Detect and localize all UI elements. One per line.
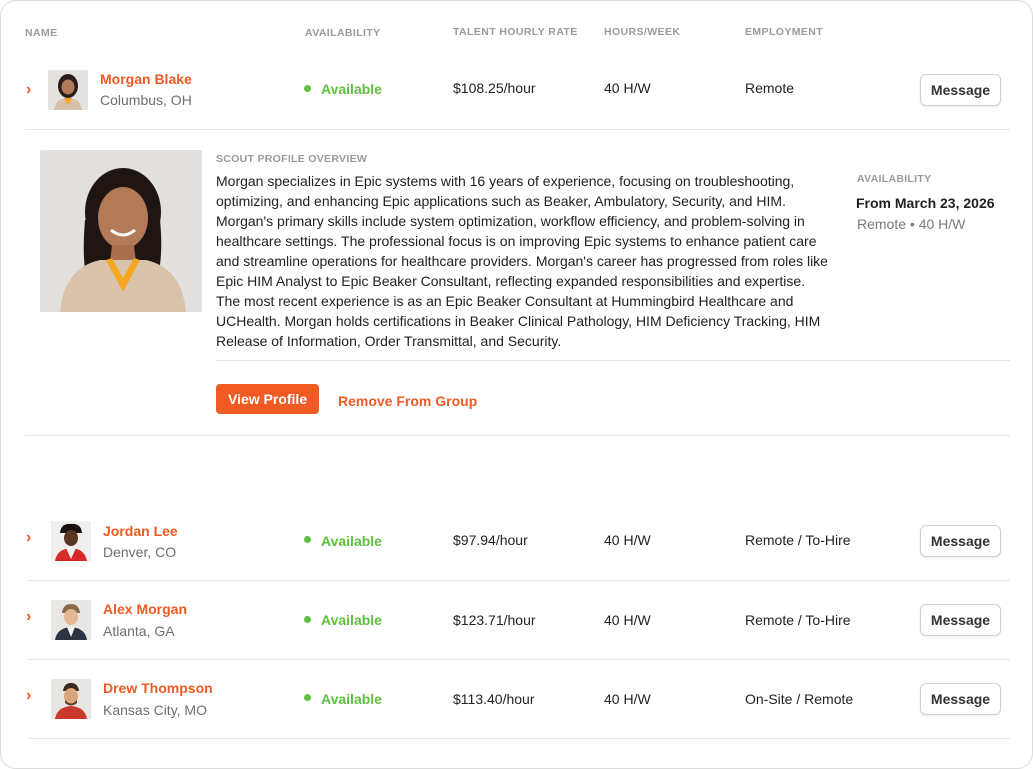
availability-date: From March 23, 2026 (856, 195, 995, 211)
avatar (51, 600, 91, 640)
profile-photo (40, 150, 202, 312)
header-employment: EMPLOYMENT (745, 26, 824, 38)
chevron-right-icon[interactable]: › (26, 688, 31, 704)
panel-bottom-divider (25, 435, 1010, 436)
talent-name[interactable]: Morgan Blake (100, 71, 192, 87)
panel-divider (216, 360, 1010, 361)
employment-type: On-Site / Remote (745, 691, 854, 707)
avatar (48, 70, 88, 110)
availability-status: Available (321, 81, 382, 97)
avatar (51, 679, 91, 719)
avatar (51, 521, 91, 561)
hourly-rate: $97.94/hour (453, 532, 528, 548)
hourly-rate: $123.71/hour (453, 612, 536, 628)
header-availability: AVAILABILITY (305, 27, 381, 39)
hourly-rate: $113.40/hour (453, 691, 535, 707)
row-divider (28, 580, 1010, 581)
talent-table: NAME AVAILABILITY TALENT HOURLY RATE HOU… (0, 0, 1033, 769)
status-dot-icon (304, 616, 311, 623)
hours-per-week: 40 H/W (604, 532, 651, 548)
hours-per-week: 40 H/W (604, 80, 651, 96)
talent-name[interactable]: Alex Morgan (103, 601, 187, 617)
status-dot-icon (304, 85, 311, 92)
talent-location: Atlanta, GA (103, 623, 175, 639)
employment-type: Remote (745, 80, 795, 96)
view-profile-button[interactable]: View Profile (216, 384, 320, 414)
hours-per-week: 40 H/W (604, 691, 651, 707)
availability-status: Available (321, 612, 382, 628)
header-hours: HOURS/WEEK (604, 26, 681, 38)
hourly-rate: $108.25/hour (453, 80, 536, 96)
message-button[interactable]: Message (920, 74, 1001, 106)
status-dot-icon (304, 694, 311, 701)
message-button[interactable]: Message (920, 604, 1001, 636)
chevron-right-icon[interactable]: › (26, 82, 31, 98)
talent-location: Kansas City, MO (103, 702, 207, 718)
section-label: SCOUT PROFILE OVERVIEW (216, 153, 368, 165)
talent-location: Denver, CO (103, 544, 177, 560)
chevron-right-icon[interactable]: › (26, 609, 31, 625)
talent-name[interactable]: Jordan Lee (103, 523, 178, 539)
employment-type: Remote / To-Hire (745, 532, 851, 548)
status-dot-icon (304, 536, 311, 543)
remove-from-group-link[interactable]: Remove From Group (338, 393, 477, 409)
message-button[interactable]: Message (920, 683, 1001, 715)
header-rate: TALENT HOURLY RATE (453, 26, 578, 38)
availability-status: Available (321, 533, 382, 549)
hours-per-week: 40 H/W (604, 612, 651, 628)
profile-overview: Morgan specializes in Epic systems with … (216, 173, 828, 349)
talent-location: Columbus, OH (100, 92, 192, 108)
row-divider (25, 129, 1010, 130)
availability-label: AVAILABILITY (857, 173, 932, 185)
header-name: NAME (25, 27, 58, 39)
chevron-right-icon[interactable]: › (26, 530, 31, 546)
talent-name[interactable]: Drew Thompson (103, 680, 213, 696)
row-divider (28, 659, 1010, 660)
row-divider (28, 738, 1010, 739)
availability-detail: Remote • 40 H/W (857, 216, 966, 232)
availability-status: Available (321, 691, 382, 707)
employment-type: Remote / To-Hire (745, 612, 851, 628)
message-button[interactable]: Message (920, 525, 1001, 557)
